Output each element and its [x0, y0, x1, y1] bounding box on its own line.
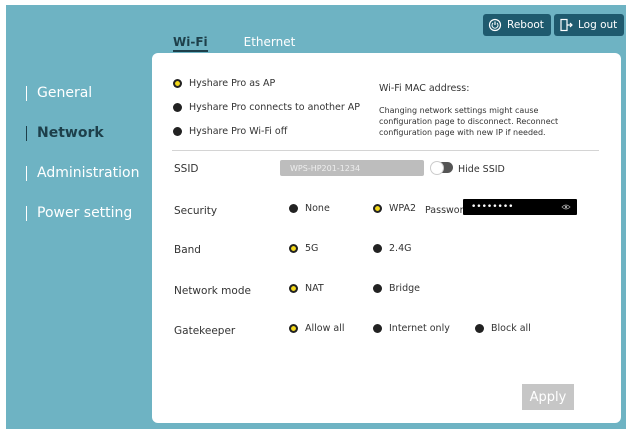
security-radio-wpa2[interactable]: WPA2 [373, 203, 416, 214]
network-mode-radio-nat[interactable]: NAT [289, 283, 324, 294]
radio-icon [173, 103, 182, 112]
sidebar-item-label: Power setting [37, 205, 133, 221]
radio-icon [289, 204, 298, 213]
divider [172, 150, 599, 151]
logout-label: Log out [578, 19, 618, 31]
network-mode-radio-bridge[interactable]: Bridge [373, 283, 420, 294]
mode-label: Hyshare Pro Wi-Fi off [189, 126, 288, 137]
gatekeeper-radio-internet-only[interactable]: Internet only [373, 323, 450, 334]
option-label: Block all [491, 323, 531, 334]
sidebar-item-label: General [37, 85, 93, 101]
mode-label: Hyshare Pro as AP [189, 78, 276, 89]
band-radio-24g[interactable]: 2.4G [373, 243, 411, 254]
option-label: Allow all [305, 323, 345, 334]
reboot-button[interactable]: Reboot [483, 14, 551, 36]
option-label: None [305, 203, 330, 214]
option-label: Internet only [389, 323, 450, 334]
nav-marker [26, 205, 27, 221]
eye-icon[interactable] [561, 203, 571, 214]
gatekeeper-radio-block-all[interactable]: Block all [475, 323, 531, 334]
radio-icon [373, 324, 382, 333]
radio-selected-icon [289, 284, 298, 293]
option-label: WPA2 [389, 203, 417, 214]
nav-marker [26, 165, 27, 181]
tab-bar: Wi-Fi Ethernet [173, 35, 295, 52]
radio-selected-icon [289, 324, 298, 333]
gatekeeper-label: Gatekeeper [174, 325, 236, 337]
settings-panel: Hyshare Pro as AP Hyshare Pro connects t… [152, 53, 621, 423]
radio-selected-icon [173, 79, 182, 88]
network-change-note: Changing network settings might cause co… [379, 106, 559, 137]
security-radio-none[interactable]: None [289, 203, 330, 214]
nav-marker [26, 85, 27, 101]
gatekeeper-radio-allow-all[interactable]: Allow all [289, 323, 344, 334]
mode-radio-off[interactable]: Hyshare Pro Wi-Fi off [173, 126, 287, 137]
mac-address-label: Wi-Fi MAC address: [379, 83, 470, 94]
sidebar-item-label: Network [37, 125, 104, 141]
radio-icon [173, 127, 182, 136]
tab-wifi[interactable]: Wi-Fi [173, 35, 208, 52]
sidebar-item-network[interactable]: Network [26, 113, 139, 153]
hide-ssid-label: Hide SSID [458, 164, 505, 175]
radio-icon [373, 244, 382, 253]
option-label: NAT [305, 283, 324, 294]
option-label: Bridge [389, 283, 420, 294]
radio-icon [475, 324, 484, 333]
logout-icon [559, 18, 573, 32]
radio-icon [373, 284, 382, 293]
mode-label: Hyshare Pro connects to another AP [189, 102, 361, 113]
radio-selected-icon [289, 244, 298, 253]
sidebar-nav: General Network Administration Power set… [26, 73, 139, 233]
apply-button[interactable]: Apply [522, 384, 574, 410]
app-window: Reboot Log out Wi-Fi Ethernet General Ne… [6, 5, 626, 429]
option-label: 2.4G [389, 243, 412, 254]
password-value: •••••••• [471, 202, 514, 212]
band-radio-5g[interactable]: 5G [289, 243, 318, 254]
nav-marker [26, 125, 27, 141]
security-label: Security [174, 205, 218, 217]
sidebar-item-general[interactable]: General [26, 73, 139, 113]
option-label: 5G [305, 243, 319, 254]
reboot-label: Reboot [507, 19, 544, 31]
sidebar-item-power-setting[interactable]: Power setting [26, 193, 139, 233]
sidebar-item-label: Administration [37, 165, 140, 181]
network-mode-label: Network mode [174, 285, 251, 297]
band-label: Band [174, 244, 201, 256]
mode-radio-ap[interactable]: Hyshare Pro as AP [173, 78, 275, 89]
mode-radio-client[interactable]: Hyshare Pro connects to another AP [173, 102, 360, 113]
password-input[interactable]: •••••••• [463, 199, 577, 215]
ssid-label: SSID [174, 163, 199, 175]
logout-button[interactable]: Log out [554, 14, 625, 36]
toggle-knob [431, 161, 443, 174]
radio-selected-icon [373, 204, 382, 213]
sidebar-item-administration[interactable]: Administration [26, 153, 139, 193]
reboot-icon [488, 18, 502, 32]
ssid-input[interactable]: WPS-HP201-1234 [280, 160, 424, 176]
tab-ethernet[interactable]: Ethernet [244, 35, 296, 52]
hide-ssid-toggle[interactable] [431, 161, 453, 174]
